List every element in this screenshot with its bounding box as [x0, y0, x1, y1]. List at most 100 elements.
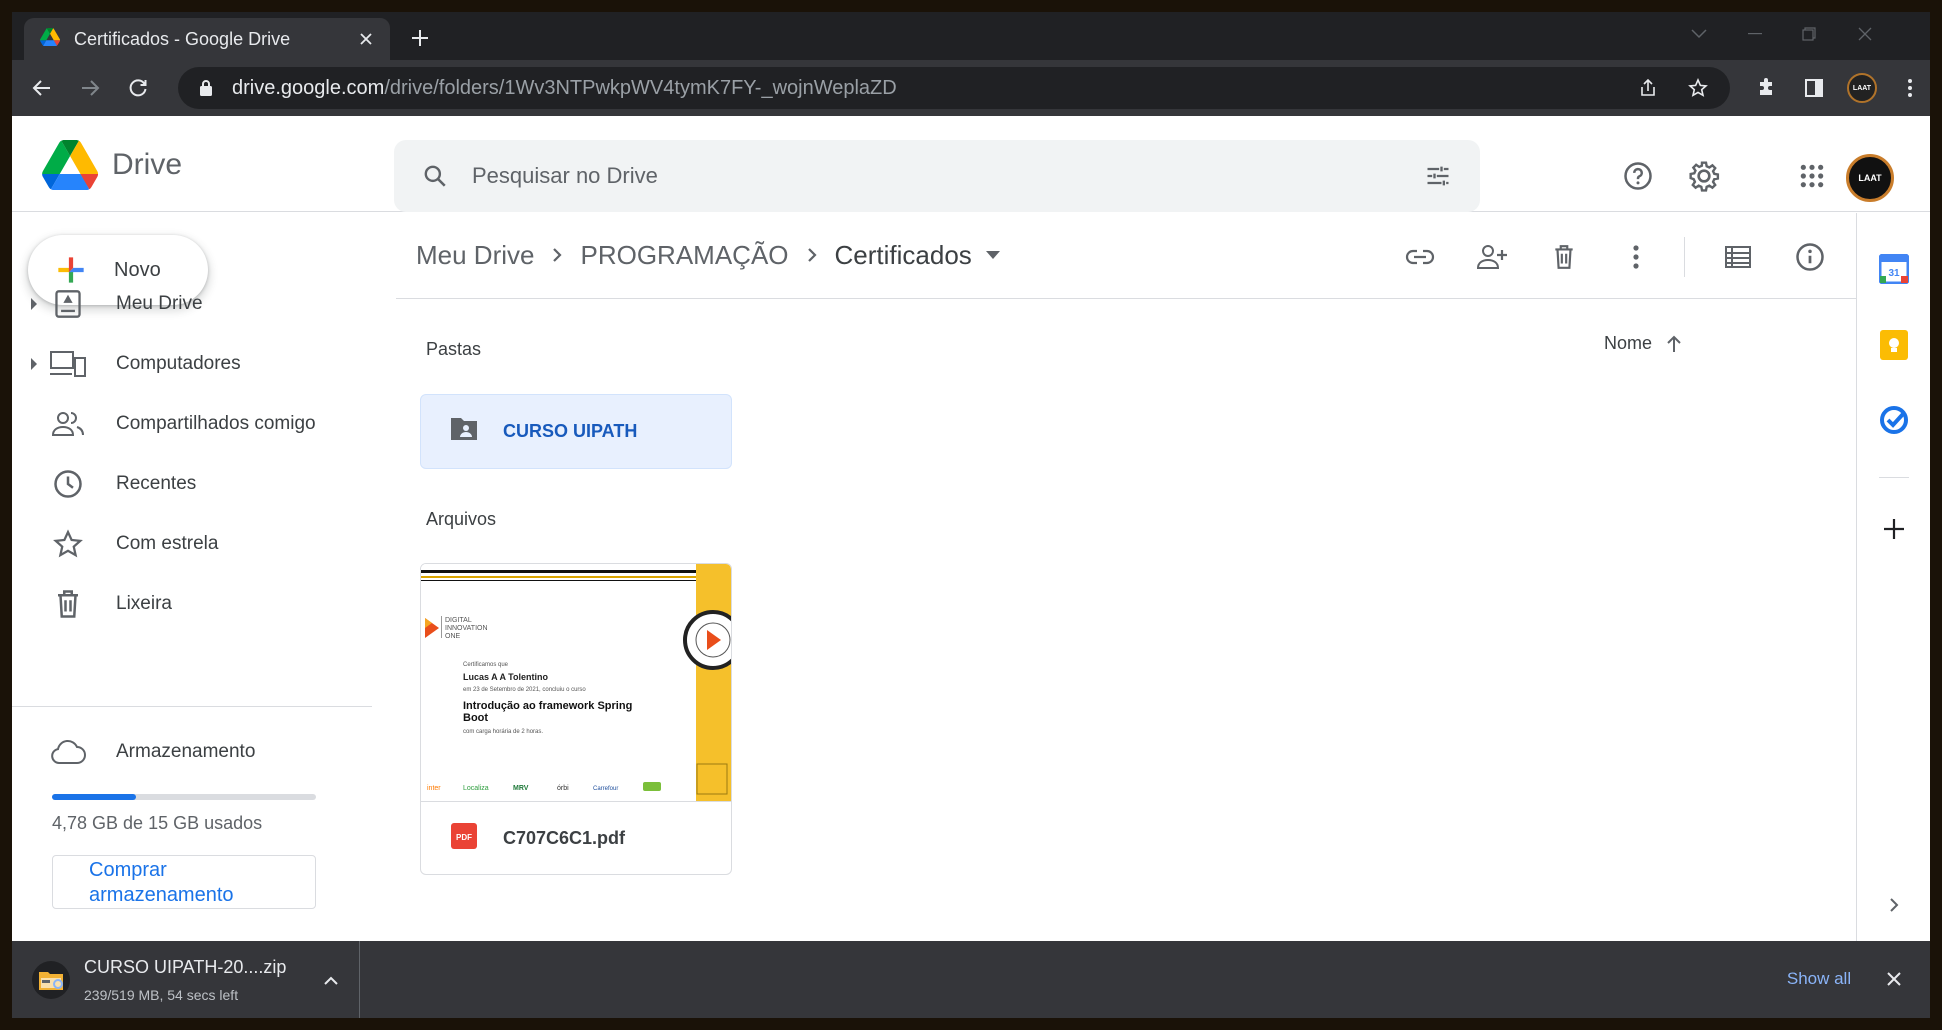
chevron-up-icon[interactable]	[318, 967, 344, 993]
file-item[interactable]: DIGITAL INNOVATION ONE Certificamos que …	[420, 563, 732, 875]
thumb-partner-logo: Carrefour	[593, 786, 618, 792]
lock-icon[interactable]	[196, 78, 216, 98]
show-all-button[interactable]: Show all	[1770, 959, 1868, 999]
restore-icon[interactable]	[1784, 20, 1834, 48]
apps-grid-icon[interactable]	[1792, 156, 1832, 196]
buy-storage-button[interactable]: Comprar armazenamento	[52, 855, 316, 909]
tab-close-icon[interactable]	[354, 27, 378, 51]
folder-name: CURSO UIPATH	[503, 421, 638, 441]
nav-item-recent[interactable]: Recentes	[12, 456, 372, 512]
bookmark-star-icon[interactable]	[1682, 72, 1714, 104]
keep-icon[interactable]	[1878, 329, 1910, 361]
file-name: C707C6C1.pdf	[503, 827, 626, 848]
thumb-partner-logo: inter	[427, 785, 441, 792]
thumb-course-line2: Boot	[463, 712, 488, 724]
content-divider	[396, 298, 1856, 299]
url-text: drive.google.com/drive/folders/1Wv3NTPwk…	[232, 77, 897, 100]
back-icon[interactable]	[26, 72, 58, 104]
folder-item[interactable]: CURSO UIPATH	[420, 394, 732, 469]
thumb-hours: com carga horária de 2 horas.	[463, 729, 543, 735]
sort-control[interactable]: Nome	[1604, 333, 1682, 354]
close-shelf-icon[interactable]	[1878, 963, 1910, 995]
nav-label: Armazenamento	[116, 741, 256, 762]
close-window-icon[interactable]	[1840, 20, 1890, 48]
new-tab-button[interactable]	[404, 22, 436, 54]
nav-item-starred[interactable]: Com estrela	[12, 516, 372, 572]
delete-icon[interactable]	[1544, 237, 1584, 277]
side-panel: 31	[1856, 213, 1930, 953]
drive-logo-icon	[42, 140, 98, 190]
nav-item-shared-with-me[interactable]: Compartilhados comigo	[12, 396, 372, 452]
thumb-brand-line2: INNOVATION	[445, 625, 488, 632]
nav-label: Com estrela	[116, 533, 219, 554]
dropdown-arrow-icon[interactable]	[985, 251, 1000, 259]
drive-logo[interactable]: Drive	[42, 140, 182, 190]
calendar-icon[interactable]: 31	[1878, 253, 1910, 285]
share-page-icon[interactable]	[1632, 72, 1664, 104]
chevron-right-icon	[552, 247, 563, 263]
shared-people-icon	[50, 406, 86, 442]
search-options-icon[interactable]	[1424, 162, 1452, 190]
forward-icon[interactable]	[74, 72, 106, 104]
chevron-right-icon	[807, 247, 817, 263]
clock-icon	[50, 466, 86, 502]
thumb-partner-logo: Localiza	[463, 785, 489, 792]
add-person-icon[interactable]	[1472, 237, 1512, 277]
svg-text:31: 31	[1888, 268, 1900, 279]
thumb-brand-line1: DIGITAL	[445, 617, 472, 624]
reload-icon[interactable]	[122, 72, 154, 104]
tasks-icon[interactable]	[1878, 404, 1910, 436]
nav-item-trash[interactable]: Lixeira	[12, 576, 372, 632]
zip-file-icon	[32, 961, 70, 999]
address-bar[interactable]: drive.google.com/drive/folders/1Wv3NTPwk…	[178, 67, 1730, 109]
minimize-icon[interactable]	[1730, 20, 1780, 48]
thumb-intro: Certificamos que	[463, 662, 509, 668]
shared-folder-icon	[449, 416, 479, 447]
expand-arrow-icon[interactable]	[28, 298, 40, 310]
browser-window: Certificados - Google Drive drive.google…	[12, 12, 1930, 1018]
nav-item-storage[interactable]: Armazenamento	[12, 724, 372, 780]
more-vert-icon[interactable]	[1616, 237, 1656, 277]
account-label: LAAT	[1858, 173, 1882, 183]
search-icon[interactable]	[422, 163, 448, 189]
download-file-name: CURSO UIPATH-20....zip	[84, 957, 287, 977]
nav-label: Lixeira	[116, 593, 172, 614]
files-heading: Arquivos	[426, 509, 497, 529]
nav-label: Compartilhados comigo	[116, 413, 316, 434]
search-input[interactable]: Pesquisar no Drive	[472, 163, 658, 189]
nav-item-computers[interactable]: Computadores	[12, 336, 372, 392]
trash-icon	[50, 586, 86, 622]
storage-progress-fill	[52, 794, 137, 800]
side-panel-icon[interactable]	[1798, 72, 1830, 104]
search-bar[interactable]: Pesquisar no Drive	[394, 140, 1480, 212]
side-panel-divider	[1879, 477, 1909, 478]
breadcrumb-item[interactable]: PROGRAMAÇÃO	[580, 240, 788, 271]
link-icon[interactable]	[1400, 237, 1440, 277]
thumb-date: em 23 de Setembro de 2021, concluiu o cu…	[463, 687, 586, 693]
url-host: drive.google.com	[232, 76, 385, 99]
browser-menu-icon[interactable]	[1894, 72, 1926, 104]
nav-item-my-drive[interactable]: Meu Drive	[12, 276, 372, 332]
extensions-icon[interactable]	[1750, 72, 1782, 104]
breadcrumb-current[interactable]: Certificados	[835, 240, 972, 271]
toolbar-divider	[1684, 237, 1685, 277]
profile-avatar[interactable]: LAAT	[1846, 72, 1878, 104]
expand-panel-chevron-icon[interactable]	[1878, 889, 1910, 921]
settings-gear-icon[interactable]	[1684, 156, 1724, 196]
add-addon-icon[interactable]	[1878, 513, 1910, 545]
info-icon[interactable]	[1790, 237, 1830, 277]
left-navigation: Novo Meu Drive Computadores Compartilhad…	[12, 213, 372, 953]
storage-usage-text: 4,78 GB de 15 GB usados	[52, 813, 263, 833]
pdf-file-icon: PDF	[451, 822, 477, 854]
folders-heading: Pastas	[426, 339, 482, 359]
arrow-up-icon[interactable]	[1666, 335, 1682, 353]
account-avatar[interactable]: LAAT	[1846, 154, 1894, 202]
download-item[interactable]: CURSO UIPATH-20....zip 239/519 MB, 54 se…	[12, 941, 360, 1018]
help-icon[interactable]	[1618, 156, 1658, 196]
breadcrumb-item[interactable]: Meu Drive	[416, 240, 534, 271]
tab-search-icon[interactable]	[1674, 20, 1724, 48]
download-status: 239/519 MB, 54 secs left	[84, 987, 239, 1003]
list-view-icon[interactable]	[1718, 237, 1758, 277]
expand-arrow-icon[interactable]	[28, 358, 40, 370]
browser-tab[interactable]: Certificados - Google Drive	[24, 18, 390, 60]
